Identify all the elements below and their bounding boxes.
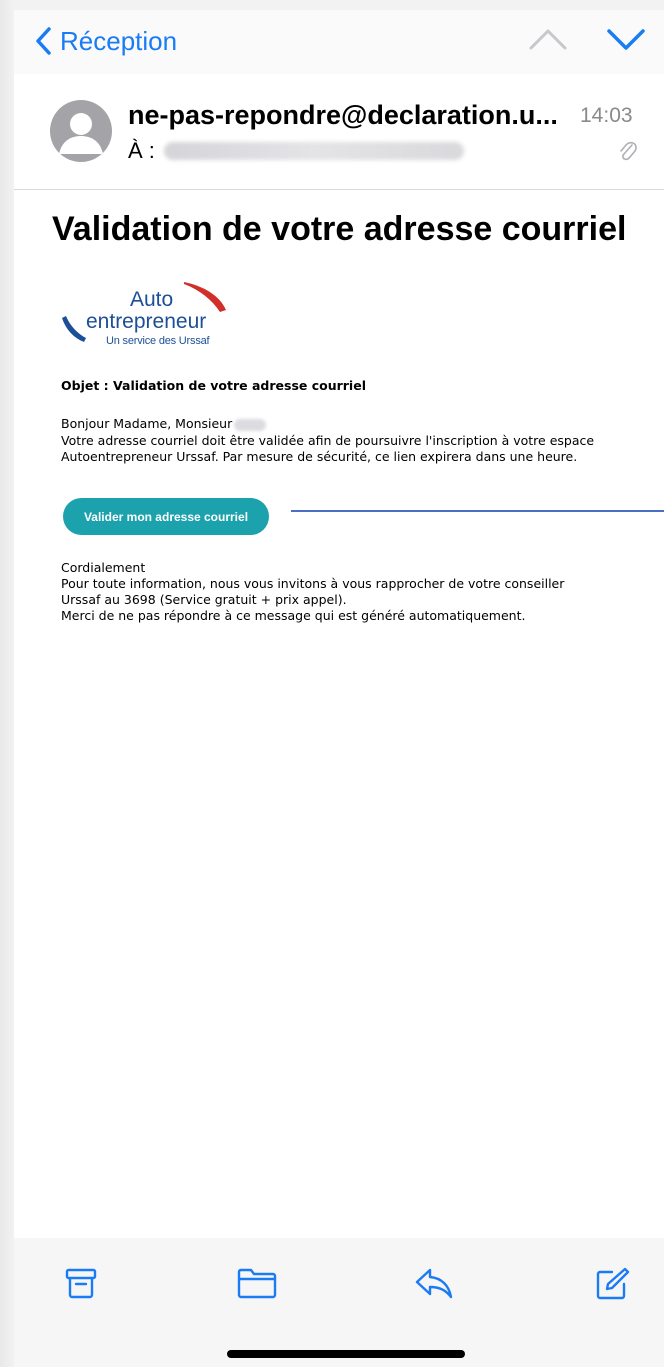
logo-text-entrepreneur: entrepreneur [86,310,207,333]
recipient-label: À : [128,138,155,163]
closing-line-2: Pour toute information, nous vous invito… [61,576,565,591]
navigation-bar: Réception [14,10,664,74]
recipient-redacted[interactable] [164,142,464,160]
message-header: ne-pas-repondre@declaration.u... 14:03 À… [14,74,664,190]
email-content: Validation de votre adresse courriel Aut… [14,190,664,1238]
email-paragraph: Votre adresse courriel doit être validée… [61,433,595,464]
email-closing: Cordialement Pour toute information, nou… [61,560,661,624]
closing-line-4: Merci de ne pas répondre à ce message qu… [61,608,526,623]
back-label: Réception [60,25,178,56]
left-edge-shade [0,0,14,1367]
folder-icon[interactable] [236,1266,278,1305]
person-icon [59,113,103,154]
top-strip [0,0,664,10]
chevron-left-icon [34,26,52,56]
chevron-down-icon[interactable] [606,24,646,59]
archive-icon[interactable] [64,1266,98,1305]
validate-email-button[interactable]: Valider mon adresse courriel [63,498,269,535]
closing-line-1: Cordialement [61,560,146,575]
message-time: 14:03 [580,104,633,127]
bottom-toolbar [14,1238,664,1367]
logo-text-service: Un service des Urssaf [106,335,210,347]
greeting-text: Bonjour Madame, Monsieur [61,416,233,431]
compose-icon[interactable] [594,1266,630,1307]
home-indicator[interactable] [227,1350,465,1358]
sender-address[interactable]: ne-pas-repondre@declaration.u... [128,100,568,131]
auto-entrepreneur-logo: Auto entrepreneur Un service des Urssaf [58,278,238,358]
closing-line-3: Urssaf au 3698 (Service gratuit + prix a… [61,592,347,607]
email-objet-line: Objet : Validation de votre adresse cour… [61,378,366,393]
redacted-name [234,418,267,431]
paperclip-icon [618,140,638,169]
logo-text-auto: Auto [130,288,174,311]
back-button[interactable]: Réception [34,24,177,58]
reply-icon[interactable] [414,1266,454,1305]
email-greeting: Bonjour Madame, Monsieur [61,416,267,432]
avatar [50,100,112,162]
chevron-up-icon[interactable] [528,24,568,59]
annotation-line [291,510,664,512]
email-subject-title: Validation de votre adresse courriel [52,210,627,248]
